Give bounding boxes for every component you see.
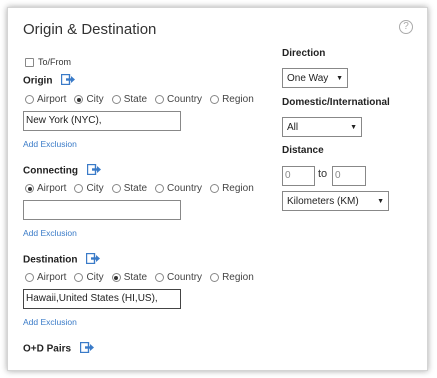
domestic-international-select-value: All [287, 121, 299, 133]
distance-to-label: to [318, 168, 328, 180]
connecting-label: Connecting [23, 165, 78, 177]
connecting-label-row: Connecting [23, 163, 101, 178]
domestic-international-label: Domestic/International [282, 97, 390, 108]
destination-radio-group: Airport City State Country Region [25, 272, 262, 283]
chevron-down-icon: ▼ [350, 123, 357, 131]
domestic-international-select[interactable]: All ▼ [282, 117, 362, 137]
connecting-export-icon[interactable] [86, 163, 101, 178]
origin-radio-state[interactable]: State [111, 94, 147, 105]
destination-radio-airport[interactable]: Airport [25, 272, 66, 283]
distance-unit-select-value: Kilometers (KM) [287, 195, 359, 207]
chevron-down-icon: ▼ [377, 197, 384, 205]
od-pairs-label: O+D Pairs [23, 343, 72, 355]
chevron-down-icon: ▼ [336, 74, 343, 82]
od-pairs-export-icon[interactable] [79, 341, 94, 356]
od-pairs-label-row: O+D Pairs [23, 341, 94, 356]
origin-label-row: Origin [23, 73, 76, 88]
origin-export-icon[interactable] [61, 73, 76, 88]
connecting-radio-region[interactable]: Region [210, 183, 254, 194]
direction-select-value: One Way [287, 72, 329, 84]
connecting-radio-group: Airport City State Country Region [25, 183, 262, 194]
origin-radio-country[interactable]: Country [155, 94, 202, 105]
direction-label: Direction [282, 48, 326, 59]
direction-select[interactable]: One Way ▼ [282, 68, 348, 88]
destination-radio-city[interactable]: City [74, 272, 104, 283]
to-from-label: To/From [38, 57, 72, 67]
origin-radio-city[interactable]: City [74, 94, 104, 105]
panel-title: Origin & Destination [23, 21, 157, 38]
to-from-checkbox-row[interactable]: To/From [25, 57, 72, 68]
origin-radio-group: Airport City State Country Region [25, 94, 262, 105]
connecting-input[interactable] [23, 200, 181, 220]
origin-label: Origin [23, 75, 53, 87]
origin-radio-region[interactable]: Region [210, 94, 254, 105]
help-icon[interactable]: ? [399, 20, 413, 34]
destination-add-exclusion-link[interactable]: Add Exclusion [23, 317, 77, 327]
destination-radio-country[interactable]: Country [155, 272, 202, 283]
distance-unit-select[interactable]: Kilometers (KM) ▼ [282, 191, 389, 211]
destination-label-row: Destination [23, 252, 101, 267]
connecting-add-exclusion-link[interactable]: Add Exclusion [23, 228, 77, 238]
destination-label: Destination [23, 254, 78, 266]
destination-export-icon[interactable] [86, 252, 101, 267]
origin-radio-airport[interactable]: Airport [25, 94, 66, 105]
distance-label: Distance [282, 145, 324, 156]
connecting-radio-state[interactable]: State [111, 183, 147, 194]
destination-input[interactable]: Hawaii,United States (HI,US), [23, 289, 181, 309]
distance-from-input[interactable]: 0 [282, 166, 315, 186]
connecting-radio-country[interactable]: Country [155, 183, 202, 194]
destination-radio-region[interactable]: Region [210, 272, 254, 283]
connecting-radio-airport[interactable]: Airport [25, 183, 66, 194]
to-from-checkbox[interactable] [25, 58, 34, 68]
origin-add-exclusion-link[interactable]: Add Exclusion [23, 139, 77, 149]
destination-radio-state[interactable]: State [111, 272, 147, 283]
origin-input[interactable]: New York (NYC), [23, 111, 181, 131]
connecting-radio-city[interactable]: City [74, 183, 104, 194]
distance-to-input[interactable]: 0 [332, 166, 366, 186]
origin-destination-panel: Origin & Destination ? To/From Origin Ai… [7, 7, 428, 371]
